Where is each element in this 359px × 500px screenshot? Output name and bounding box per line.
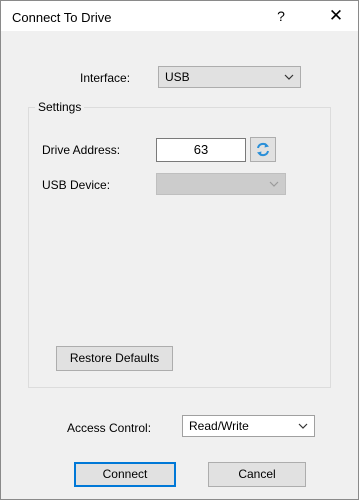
access-control-label: Access Control: — [67, 421, 152, 435]
interface-value: USB — [165, 70, 190, 84]
usb-device-label: USB Device: — [42, 178, 111, 192]
interface-label: Interface: — [80, 71, 131, 85]
dialog-title: Connect To Drive — [12, 10, 112, 25]
usb-device-dropdown[interactable] — [156, 173, 286, 195]
chevron-down-icon — [284, 74, 294, 80]
restore-defaults-button[interactable]: Restore Defaults — [56, 346, 173, 371]
settings-group-title: Settings — [35, 100, 85, 114]
close-button[interactable]: ✕ — [322, 5, 350, 27]
chevron-down-icon — [298, 423, 308, 429]
drive-address-input[interactable]: 63 — [156, 138, 246, 162]
connect-button[interactable]: Connect — [74, 462, 176, 487]
connect-to-drive-dialog: Connect To Drive ? ✕ Interface: USB Sett… — [0, 0, 359, 500]
interface-dropdown[interactable]: USB — [158, 66, 301, 88]
access-control-value: Read/Write — [189, 419, 249, 433]
refresh-button[interactable] — [250, 137, 276, 162]
cancel-button[interactable]: Cancel — [208, 462, 306, 487]
chevron-down-icon — [269, 181, 279, 187]
access-control-dropdown[interactable]: Read/Write — [182, 415, 315, 437]
title-bar: Connect To Drive ? ✕ — [1, 1, 358, 31]
drive-address-label: Drive Address: — [42, 143, 121, 157]
help-button[interactable]: ? — [267, 5, 295, 27]
refresh-icon — [257, 142, 269, 157]
